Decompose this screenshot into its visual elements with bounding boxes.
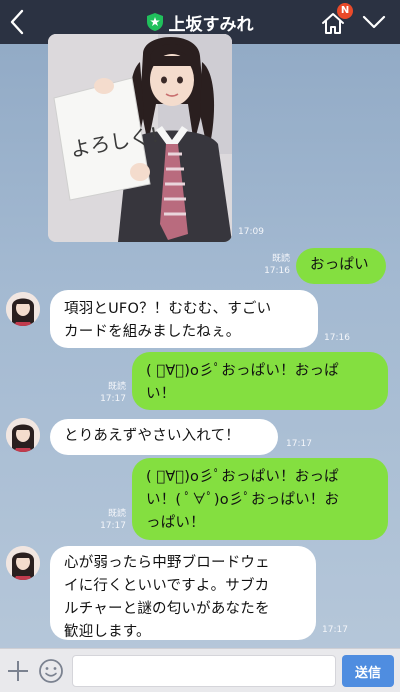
message-time: 17:09 bbox=[238, 227, 264, 237]
message-time: 17:17 bbox=[100, 394, 126, 404]
message-line: 心が弱ったら中野ブロードウェ bbox=[64, 555, 270, 571]
message-text: おっぱい bbox=[310, 257, 369, 273]
avatar[interactable] bbox=[6, 292, 40, 326]
message-input-bar: 送信 bbox=[0, 648, 400, 692]
outgoing-message[interactable]: おっぱい bbox=[296, 248, 386, 284]
incoming-message[interactable]: とりあえずやさい入れて！ bbox=[50, 419, 278, 455]
message-line: い！ bbox=[146, 386, 176, 402]
avatar-image bbox=[6, 418, 40, 452]
message-time: 17:16 bbox=[324, 333, 350, 343]
message-time: 17:16 bbox=[264, 266, 290, 276]
message-line: 項羽とUFO？！むむむ、すごい bbox=[64, 301, 272, 317]
message-line: っぱい！ bbox=[146, 515, 205, 531]
notification-badge: N bbox=[337, 3, 353, 19]
emoji-button[interactable] bbox=[38, 658, 64, 684]
read-receipt: 既読 bbox=[271, 254, 290, 264]
message-line: カードを組みましたねぇ。 bbox=[64, 324, 241, 340]
menu-toggle-button[interactable] bbox=[362, 12, 386, 32]
outgoing-message[interactable]: ( ﾟ∀ﾟ)o彡ﾟおっぱい！おっぱ い！ bbox=[132, 352, 388, 410]
photo-message[interactable]: よろしく！ bbox=[48, 34, 232, 242]
outgoing-message[interactable]: ( ﾟ∀ﾟ)o彡ﾟおっぱい！おっぱ い！( ﾟ∀ﾟ)o彡ﾟおっぱい！お っぱい！ bbox=[132, 458, 388, 540]
plus-icon bbox=[8, 661, 28, 681]
photo-image: よろしく！ bbox=[48, 34, 232, 242]
send-button[interactable]: 送信 bbox=[342, 655, 394, 687]
emoji-icon bbox=[39, 659, 63, 683]
chat-title: 上坂すみれ bbox=[168, 14, 254, 35]
message-time: 17:17 bbox=[322, 625, 348, 635]
message-line: 歓迎します。 bbox=[64, 624, 151, 640]
star-shield-icon bbox=[146, 13, 163, 31]
message-line: ( ﾟ∀ﾟ)o彡ﾟおっぱい！おっぱ bbox=[146, 469, 339, 485]
message-line: ( ﾟ∀ﾟ)o彡ﾟおっぱい！おっぱ bbox=[146, 363, 339, 379]
avatar[interactable] bbox=[6, 418, 40, 452]
attach-button[interactable] bbox=[6, 659, 30, 683]
avatar-image bbox=[6, 546, 40, 580]
message-time: 17:17 bbox=[286, 439, 312, 449]
incoming-message[interactable]: 項羽とUFO？！むむむ、すごい カードを組みましたねぇ。 bbox=[50, 290, 318, 348]
message-input[interactable] bbox=[72, 655, 336, 687]
message-line: ルチャーと謎の匂いがあなたを bbox=[64, 601, 270, 617]
read-receipt: 既読 bbox=[107, 382, 126, 392]
message-line: い！( ﾟ∀ﾟ)o彡ﾟおっぱい！お bbox=[146, 492, 340, 508]
message-text: とりあえずやさい入れて！ bbox=[64, 428, 240, 444]
avatar-image bbox=[6, 292, 40, 326]
avatar[interactable] bbox=[6, 546, 40, 580]
chevron-down-icon bbox=[362, 15, 386, 29]
message-line: イに行くといいですよ。サブカ bbox=[64, 578, 270, 594]
incoming-message[interactable]: 心が弱ったら中野ブロードウェ イに行くといいですよ。サブカ ルチャーと謎の匂いが… bbox=[50, 546, 316, 640]
message-time: 17:17 bbox=[100, 521, 126, 531]
read-receipt: 既読 bbox=[107, 509, 126, 519]
